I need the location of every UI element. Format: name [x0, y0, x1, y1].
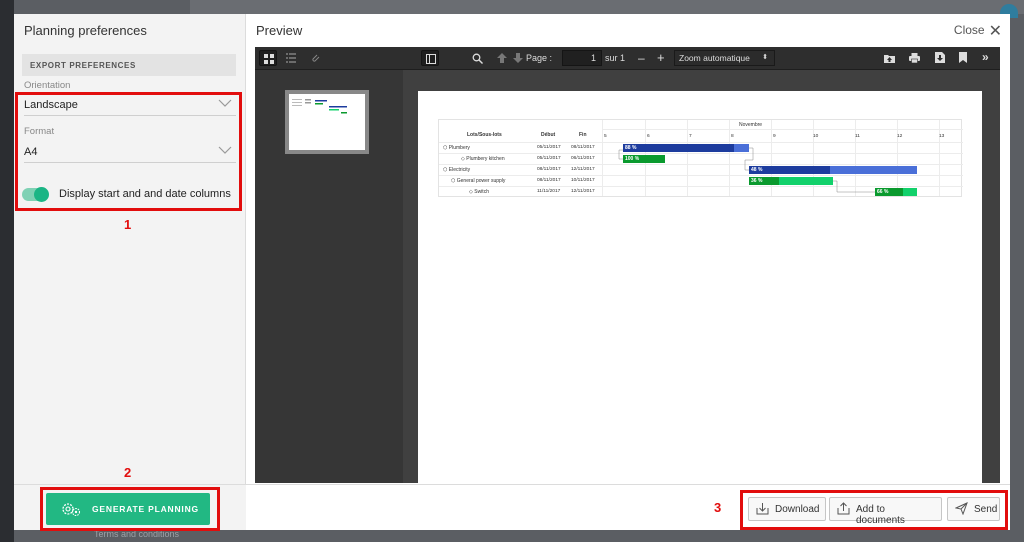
annotation-number: 1: [124, 217, 132, 232]
row-start: 08/11/2017: [537, 167, 561, 172]
table-row: ⬡ General power supply 08/11/2017 10/11/…: [439, 176, 963, 186]
grid-icon: [264, 54, 274, 64]
header-start: Début: [541, 132, 556, 138]
orientation-label: Orientation: [24, 80, 71, 91]
annotation-box-generate: [40, 487, 220, 531]
arrow-up-icon[interactable]: [497, 53, 507, 63]
row-end: 06/11/2017: [571, 156, 595, 161]
download-pdf-icon[interactable]: [935, 52, 945, 63]
bar-progress: 88 %: [625, 145, 637, 151]
panel-title: Planning preferences: [24, 23, 147, 38]
preview-title: Preview: [256, 23, 303, 38]
gantt-bar-electricity: 48 %: [749, 166, 917, 174]
row-end: 10/11/2017: [571, 178, 595, 183]
table-row: ◇ Plumbery kitchen 05/11/2017 06/11/2017: [439, 154, 963, 164]
row-start: 11/11/2017: [537, 189, 561, 194]
gantt-bar-power-supply: 36 %: [749, 177, 833, 185]
header-lots: Lots/Sous-lots: [467, 132, 502, 138]
row-end: 12/11/2017: [571, 189, 595, 194]
arrow-down-icon[interactable]: [513, 53, 523, 63]
row-start: 05/11/2017: [537, 156, 561, 161]
close-label: Close: [953, 23, 985, 37]
row-end: 08/11/2017: [571, 145, 595, 150]
annotation-box-preferences: [15, 92, 242, 211]
pdf-viewer: Page : 1 sur 1 – + Zoom automatique ⬍ »: [255, 47, 1000, 489]
background-header: [190, 0, 1024, 14]
annotation-box-actions: [740, 490, 1008, 530]
row-name: ⬡ Electricity: [443, 167, 471, 173]
pdf-page: Lots/Sous-lots Début Fin Novembre 5 6 7 …: [418, 91, 982, 489]
bar-progress: 36 %: [751, 178, 763, 184]
day-header: 12: [897, 134, 903, 139]
gantt-bar-plumbery: 88 %: [623, 144, 749, 152]
row-start: 08/11/2017: [537, 178, 561, 183]
day-header: 7: [689, 134, 692, 139]
gantt-bar-switch: 66 %: [875, 188, 917, 196]
outline-icon[interactable]: [286, 53, 296, 63]
row-start: 05/11/2017: [537, 145, 561, 150]
row-name: ◇ Plumbery kitchen: [461, 156, 505, 162]
day-header: 9: [773, 134, 776, 139]
thumbnails-sidebar: [255, 70, 403, 483]
close-button[interactable]: Close ✕: [954, 21, 1002, 41]
diamond-icon: ◇: [461, 156, 465, 162]
package-icon: ⬡: [451, 178, 456, 184]
thumbnails-view-button[interactable]: [259, 50, 277, 66]
bookmark-icon[interactable]: [959, 52, 967, 63]
page-thumbnail[interactable]: [285, 90, 369, 154]
row-end: 12/11/2017: [571, 167, 595, 172]
select-arrows-icon: ⬍: [762, 54, 768, 61]
page-label: Page :: [526, 53, 553, 63]
background-sidebar: [0, 0, 14, 542]
search-icon[interactable]: [472, 53, 483, 64]
annotation-number: 2: [124, 465, 132, 480]
bar-progress: 100 %: [625, 156, 640, 162]
bar-progress: 66 %: [877, 189, 889, 195]
gantt-chart: Lots/Sous-lots Début Fin Novembre 5 6 7 …: [438, 119, 963, 197]
bar-progress: 48 %: [751, 167, 763, 173]
sidebar-toggle-icon: [426, 54, 436, 64]
page-number-input[interactable]: 1: [562, 50, 602, 66]
progress-fill: [623, 144, 734, 152]
page-count: sur 1: [605, 53, 626, 63]
pdf-toolbar: Page : 1 sur 1 – + Zoom automatique ⬍ »: [255, 47, 1000, 70]
export-preferences-header: EXPORT PREFERENCES: [22, 54, 236, 76]
zoom-value: Zoom automatique: [679, 53, 750, 63]
day-header: 8: [731, 134, 734, 139]
row-name: ◇ Switch: [469, 189, 489, 195]
header-end: Fin: [579, 132, 587, 138]
grid-line: [602, 129, 963, 130]
header-month: Novembre: [739, 122, 763, 128]
day-header: 6: [647, 134, 650, 139]
double-chevron-right-icon[interactable]: »: [982, 50, 989, 64]
annotation-number: 3: [714, 500, 722, 515]
day-header: 11: [855, 134, 860, 139]
zoom-in-icon[interactable]: +: [657, 50, 665, 65]
print-icon[interactable]: [909, 53, 920, 63]
package-icon: ⬡: [443, 167, 448, 173]
day-header: 13: [939, 134, 945, 139]
zoom-select[interactable]: Zoom automatique ⬍: [674, 50, 775, 66]
attachment-icon[interactable]: [310, 53, 320, 63]
row-name: ⬡ Plumbery: [443, 145, 470, 151]
zoom-out-icon[interactable]: –: [638, 51, 645, 65]
close-icon: ✕: [988, 23, 1002, 40]
row-name: ⬡ General power supply: [451, 178, 506, 184]
diamond-icon: ◇: [469, 189, 473, 195]
thumbnail-preview-image: [292, 99, 347, 114]
sidebar-toggle-button[interactable]: [421, 50, 439, 66]
open-file-icon[interactable]: [884, 53, 895, 63]
day-header: 5: [604, 134, 607, 139]
gantt-bar-plumbery-kitchen: 100 %: [623, 155, 665, 163]
day-header: 10: [813, 134, 819, 139]
package-icon: ⬡: [443, 145, 448, 151]
